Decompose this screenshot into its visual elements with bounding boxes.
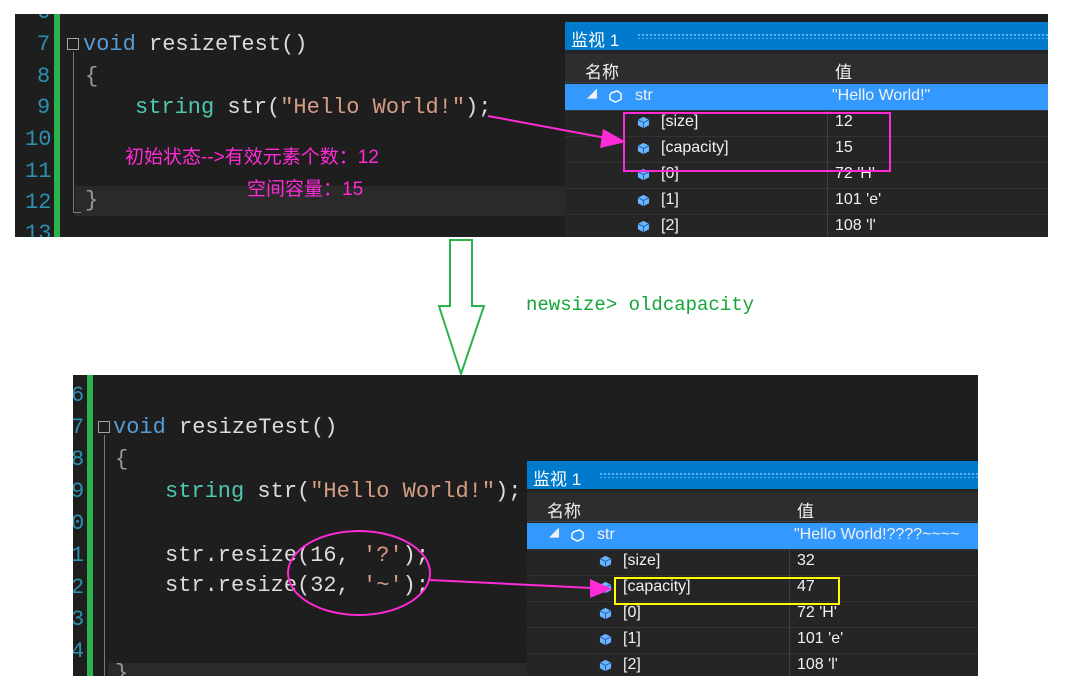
pointer-arrow-icon (429, 579, 612, 598)
